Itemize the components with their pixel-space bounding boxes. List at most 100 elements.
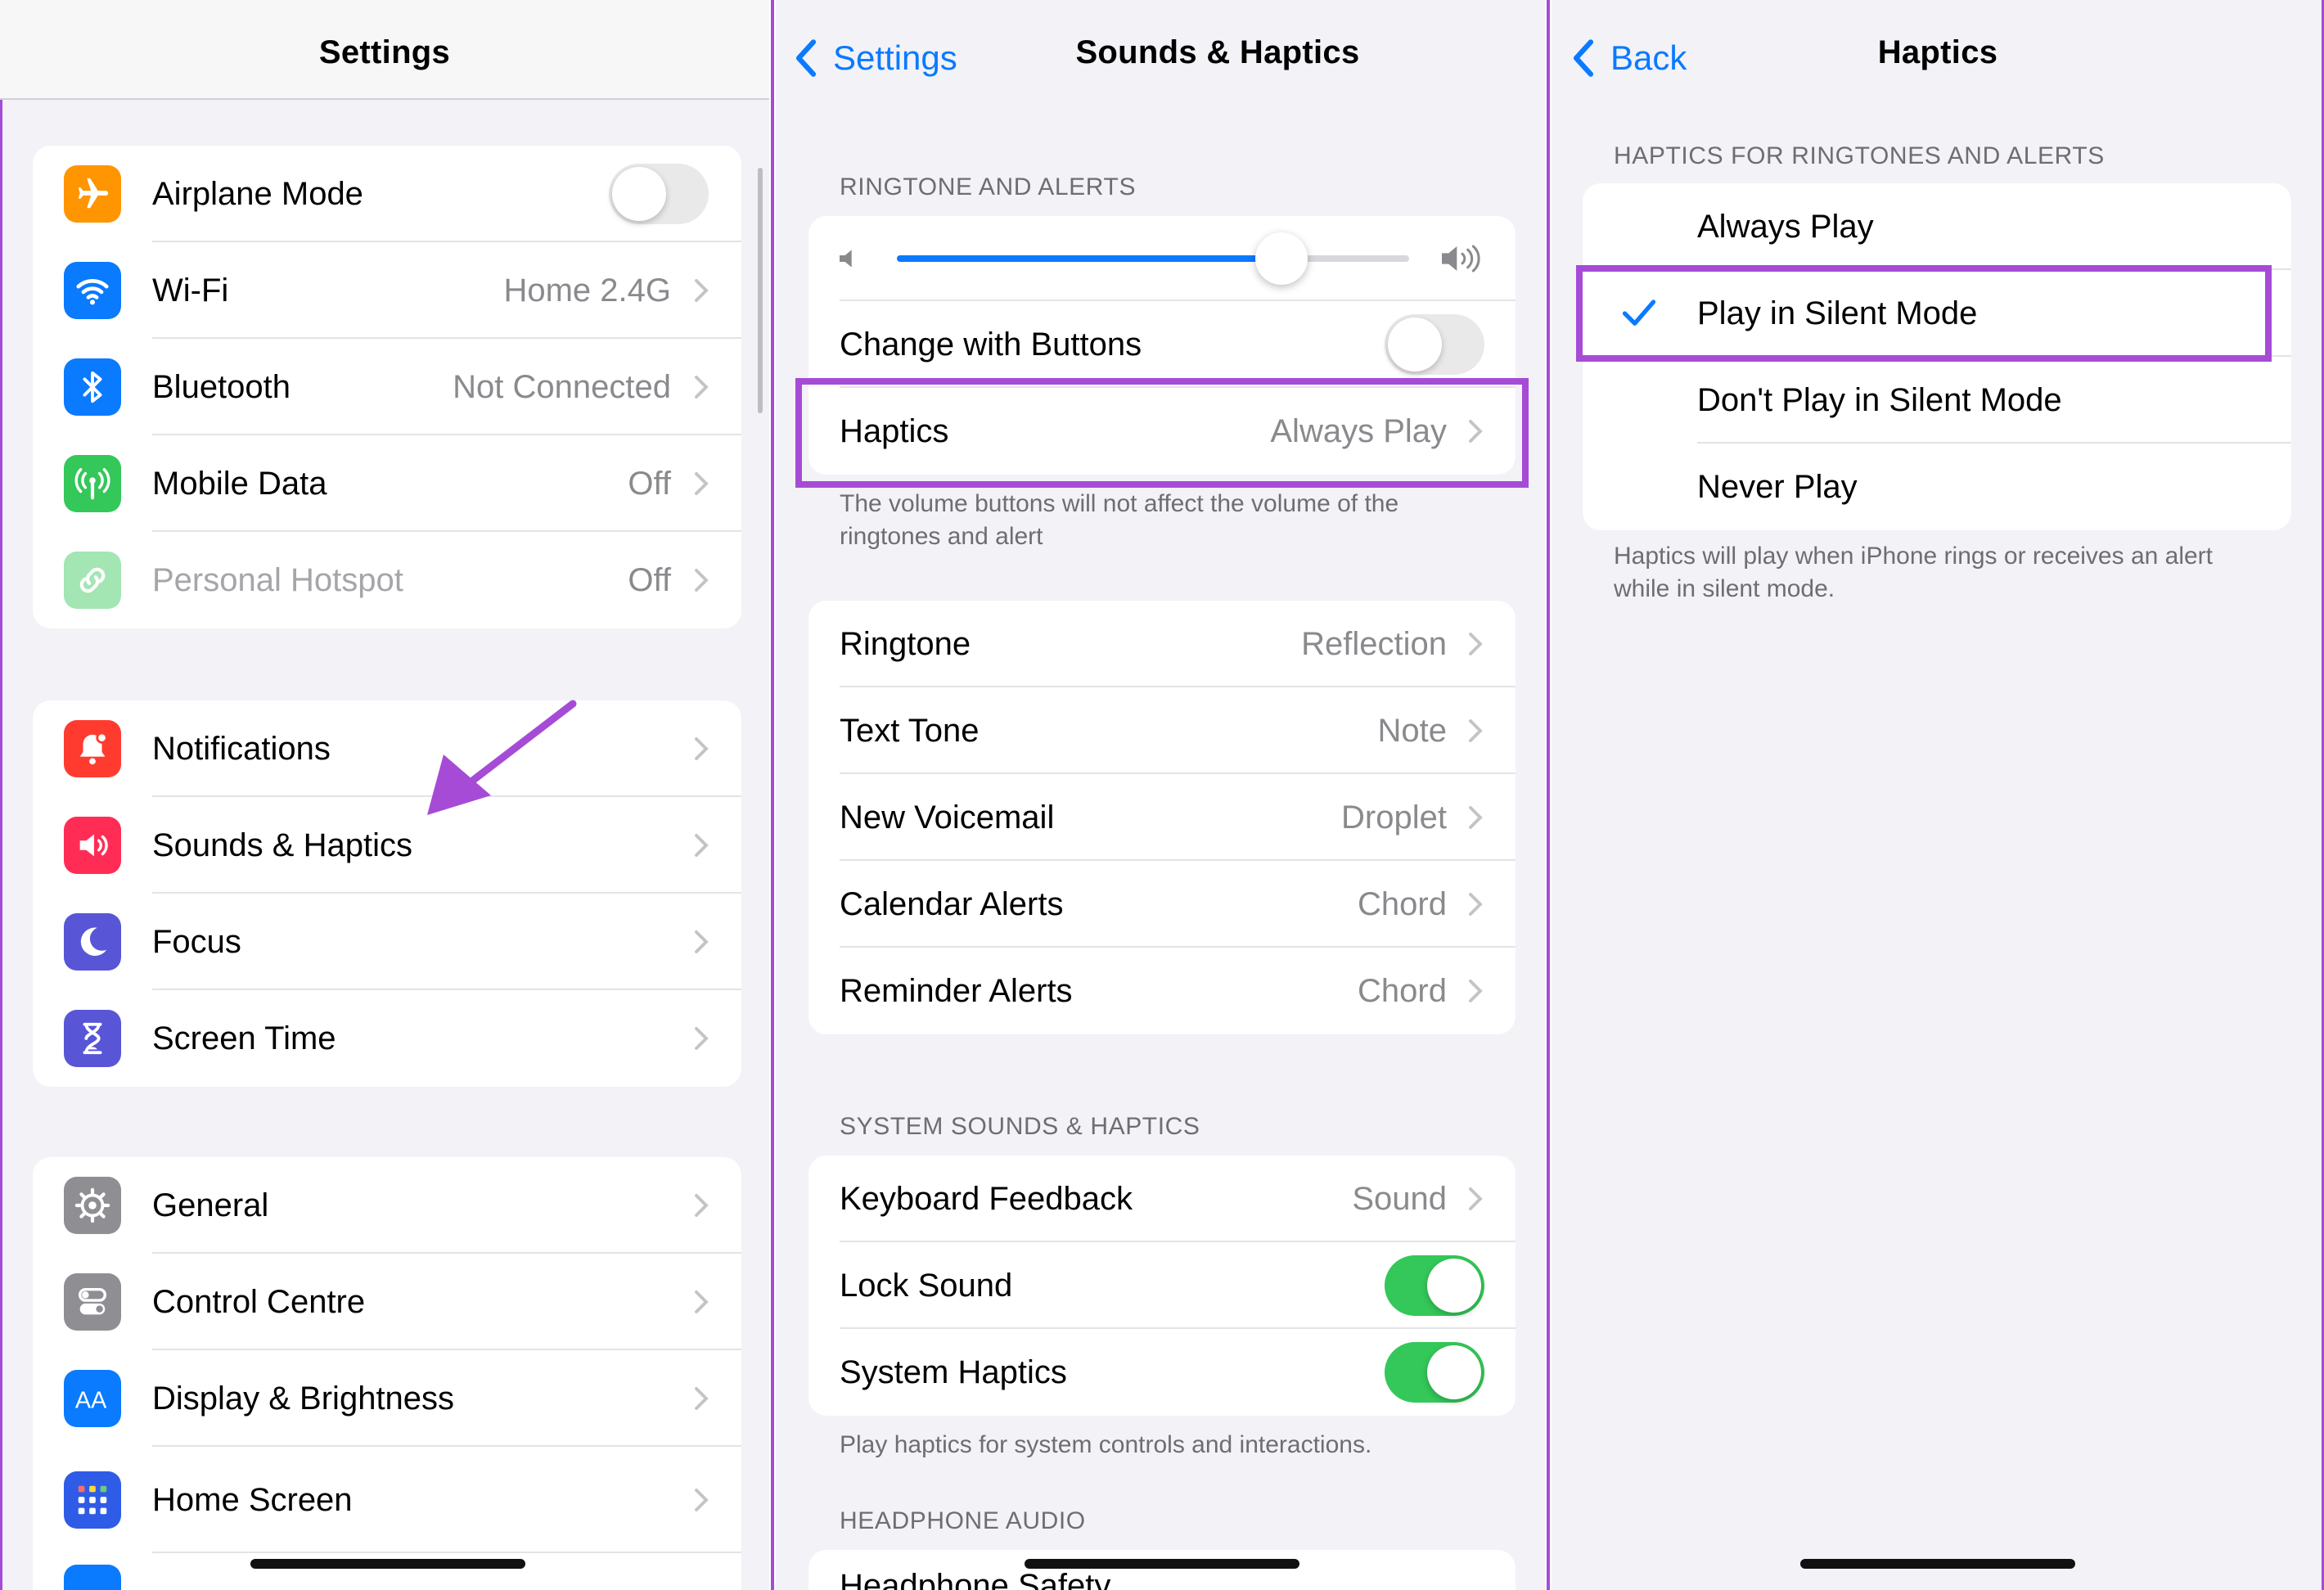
haptics-section-header: HAPTICS FOR RINGTONES AND ALERTS xyxy=(1614,142,2105,170)
speaker-icon xyxy=(64,817,121,874)
volume-high-icon xyxy=(1439,242,1486,275)
home-indicator xyxy=(1025,1559,1299,1569)
headphone-section-header: HEADPHONE AUDIO xyxy=(840,1507,1086,1535)
system-footer: Play haptics for system controls and int… xyxy=(840,1429,1494,1462)
tone-row-calendar-alerts[interactable]: Calendar Alerts Chord xyxy=(808,861,1516,948)
row-label: Personal Hotspot xyxy=(152,562,403,599)
chevron-right-icon xyxy=(694,375,709,399)
settings-row-control-centre[interactable]: Control Centre xyxy=(33,1254,741,1350)
row-label: Calendar Alerts xyxy=(840,886,1063,923)
panel-border xyxy=(0,0,2,1590)
settings-row-home-screen[interactable]: Home Screen xyxy=(33,1447,741,1553)
row-label: Haptics xyxy=(840,413,948,450)
row-value: Home 2.4G xyxy=(503,273,671,309)
system-haptics-toggle[interactable] xyxy=(1385,1342,1484,1403)
row-label: Change with Buttons xyxy=(840,327,1142,363)
annotation-arrow xyxy=(409,696,589,827)
settings-row-airplane-mode[interactable]: Airplane Mode xyxy=(33,146,741,242)
volume-slider-thumb[interactable] xyxy=(1255,232,1308,285)
settings-row-display-brightness[interactable]: AA Display & Brightness xyxy=(33,1350,741,1447)
home-indicator xyxy=(1800,1559,2075,1569)
keyboard-feedback-row[interactable]: Keyboard Feedback Sound xyxy=(808,1155,1516,1242)
settings-panel: Settings Airplane Mode Wi-Fi Home 2.4G B… xyxy=(0,0,769,1590)
row-label: Sounds & Haptics xyxy=(152,827,412,864)
chevron-right-icon xyxy=(1468,805,1483,830)
row-value: Droplet xyxy=(1341,800,1447,836)
system-sounds-group: Keyboard Feedback Sound Lock Sound Syste… xyxy=(808,1155,1516,1416)
change-with-buttons-toggle[interactable] xyxy=(1385,314,1484,375)
haptics-row[interactable]: Haptics Always Play xyxy=(808,388,1516,475)
option-label: Play in Silent Mode xyxy=(1697,295,1977,332)
settings-row-wifi[interactable]: Wi-Fi Home 2.4G xyxy=(33,242,741,339)
chevron-right-icon xyxy=(1468,1187,1483,1211)
row-value: Always Play xyxy=(1270,413,1447,450)
option-label: Never Play xyxy=(1697,469,1858,506)
chevron-right-icon xyxy=(694,278,709,303)
row-label: Text Tone xyxy=(840,713,980,750)
chevron-right-icon xyxy=(694,1290,709,1314)
chevron-left-icon xyxy=(794,38,818,79)
row-label: Notifications xyxy=(152,731,331,768)
home-indicator xyxy=(250,1559,525,1569)
row-label: Wi-Fi xyxy=(152,273,228,309)
row-value: Off xyxy=(628,562,671,599)
tone-row-reminder-alerts[interactable]: Reminder Alerts Chord xyxy=(808,948,1516,1034)
grid-icon xyxy=(64,1471,121,1529)
chevron-right-icon xyxy=(694,1488,709,1512)
option-play-in-silent-mode[interactable]: Play in Silent Mode xyxy=(1583,270,2291,357)
system-haptics-row: System Haptics xyxy=(808,1329,1516,1416)
page-title: Haptics xyxy=(1552,34,2324,71)
switches-icon xyxy=(64,1273,121,1331)
row-value: Reflection xyxy=(1301,626,1447,663)
general-group: General Control Centre AA Display & Brig… xyxy=(33,1157,741,1590)
lock-sound-row: Lock Sound xyxy=(808,1242,1516,1329)
settings-navbar: Settings xyxy=(0,0,769,100)
row-value: Sound xyxy=(1352,1181,1447,1218)
bell-icon xyxy=(64,720,121,777)
option-dont-play-in-silent-mode[interactable]: Don't Play in Silent Mode xyxy=(1583,357,2291,444)
settings-row-notifications[interactable]: Notifications xyxy=(33,700,741,797)
row-label: New Voicemail xyxy=(840,800,1054,836)
row-label: Airplane Mode xyxy=(152,176,363,213)
sounds-navbar: Settings Sounds & Haptics xyxy=(776,0,1545,100)
row-label: Mobile Data xyxy=(152,466,327,502)
moon-icon xyxy=(64,913,121,971)
settings-row-general[interactable]: General xyxy=(33,1157,741,1254)
settings-row-focus[interactable]: Focus xyxy=(33,894,741,990)
row-label: Screen Time xyxy=(152,1020,336,1057)
airplane-mode-toggle[interactable] xyxy=(609,164,709,224)
headphone-safety-row[interactable]: Headphone Safety xyxy=(808,1550,1516,1590)
row-label: Home Screen xyxy=(152,1482,353,1519)
haptics-footer: Haptics will play when iPhone rings or r… xyxy=(1614,540,2252,606)
ringtone-volume-group: Change with Buttons Haptics Always Play xyxy=(808,216,1516,475)
row-label: General xyxy=(152,1187,268,1224)
settings-row-screen-time[interactable]: Screen Time xyxy=(33,990,741,1087)
page-title: Settings xyxy=(0,34,769,71)
option-label: Always Play xyxy=(1697,209,1874,245)
chevron-right-icon xyxy=(1468,892,1483,917)
option-label: Don't Play in Silent Mode xyxy=(1697,382,2062,419)
settings-row-bluetooth[interactable]: Bluetooth Not Connected xyxy=(33,339,741,435)
panel-divider xyxy=(769,0,776,1590)
row-label: System Haptics xyxy=(840,1354,1067,1391)
settings-row-sounds-haptics[interactable]: Sounds & Haptics xyxy=(33,797,741,894)
chevron-right-icon xyxy=(1468,419,1483,444)
settings-row-personal-hotspot[interactable]: Personal Hotspot Off xyxy=(33,532,741,628)
ringtone-section-header: RINGTONE AND ALERTS xyxy=(840,173,1136,201)
tone-row-new-voicemail[interactable]: New Voicemail Droplet xyxy=(808,774,1516,861)
row-label: Bluetooth xyxy=(152,369,290,406)
tone-row-ringtone[interactable]: Ringtone Reflection xyxy=(808,601,1516,687)
row-label: Display & Brightness xyxy=(152,1381,454,1417)
tone-row-text-tone[interactable]: Text Tone Note xyxy=(808,687,1516,774)
system-section-header: SYSTEM SOUNDS & HAPTICS xyxy=(840,1113,1200,1141)
lock-sound-toggle[interactable] xyxy=(1385,1255,1484,1316)
chevron-right-icon xyxy=(694,1193,709,1218)
chevron-right-icon xyxy=(694,471,709,496)
tones-group: Ringtone Reflection Text Tone Note New V… xyxy=(808,601,1516,1034)
option-never-play[interactable]: Never Play xyxy=(1583,444,2291,530)
option-always-play[interactable]: Always Play xyxy=(1583,183,2291,270)
haptics-options-group: Always Play Play in Silent Mode Don't Pl… xyxy=(1583,183,2291,530)
settings-row-mobile-data[interactable]: Mobile Data Off xyxy=(33,435,741,532)
volume-slider-row[interactable] xyxy=(808,216,1516,301)
bluetooth-icon xyxy=(64,358,121,416)
